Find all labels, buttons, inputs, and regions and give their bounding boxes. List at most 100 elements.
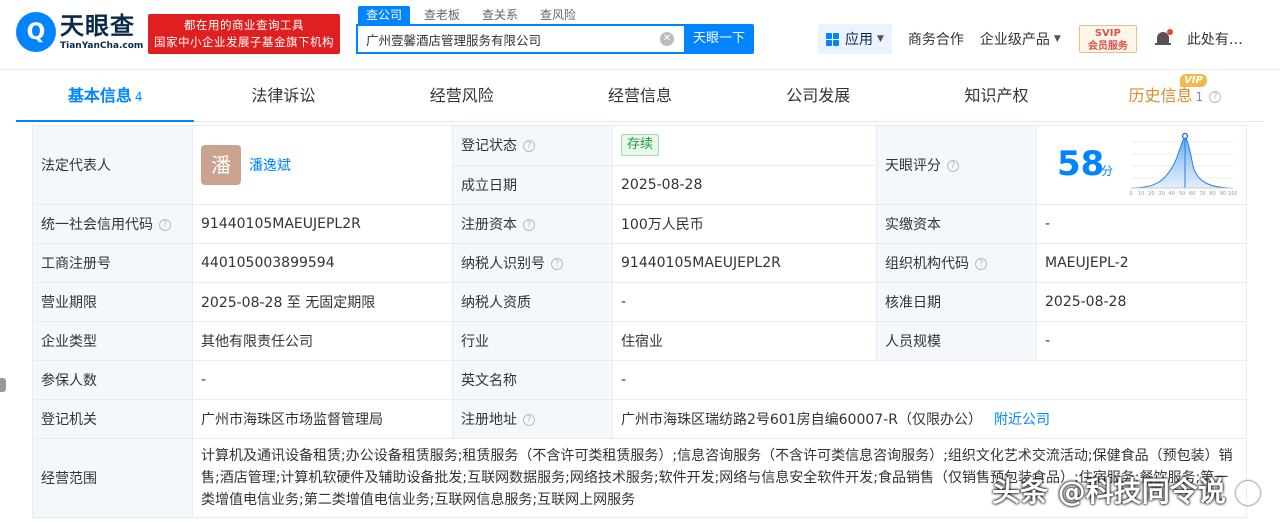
help-icon[interactable]: ?	[947, 160, 959, 172]
clear-icon[interactable]: ✕	[660, 32, 674, 46]
reg-capital-label: 注册资本	[461, 217, 517, 233]
help-icon[interactable]: ?	[523, 140, 535, 153]
help-icon[interactable]: ?	[523, 414, 535, 426]
user-menu[interactable]: 此处有…	[1187, 29, 1243, 49]
score-cell[interactable]: 58 分 0 10 20 30 40 50 60 70 80 90 100	[1036, 125, 1247, 205]
search-type-tabs: 查公司 查老板 查关系 查风险	[358, 6, 590, 24]
watermark-logo-icon	[1235, 481, 1260, 505]
org-code-value: MAEUJEPL-2	[1036, 243, 1247, 283]
caret-down-icon: ▼	[877, 34, 884, 44]
tab-label: 历史信息	[1128, 86, 1193, 105]
search-tab-risk[interactable]: 查风险	[532, 6, 584, 24]
apps-label: 应用	[845, 32, 873, 48]
tax-id-label: 纳税人识别号	[461, 256, 545, 272]
enterprise-products-menu[interactable]: 企业级产品 ▼	[980, 29, 1061, 49]
promo-line1: 都在用的商业查询工具	[184, 18, 304, 32]
term-label: 营业期限	[32, 282, 193, 322]
score-axis-tick: 70	[1199, 191, 1205, 197]
apps-menu-button[interactable]: 应用 ▼	[818, 24, 892, 54]
score-axis-tick: 20	[1148, 191, 1154, 197]
promo-banner[interactable]: 都在用的商业查询工具 国家中小企业发展子基金旗下机构	[148, 14, 340, 54]
help-icon[interactable]: ?	[551, 258, 563, 270]
svip-member-button[interactable]: SVIP 会员服务	[1078, 25, 1137, 53]
legal-rep-name-link[interactable]: 潘逸斌	[249, 158, 291, 174]
search-input[interactable]: 广州壹馨酒店管理服务有限公司 ✕	[356, 24, 684, 54]
help-icon[interactable]: ?	[159, 219, 171, 231]
score-distribution-chart: 0 10 20 30 40 50 60 70 80 90 100	[1129, 132, 1237, 197]
legal-rep-cell: 潘潘逸斌	[192, 125, 453, 205]
authority-label: 登记机关	[32, 399, 193, 439]
approve-date-label: 核准日期	[876, 282, 1037, 322]
industry-value: 住宿业	[612, 321, 877, 361]
tab-legal[interactable]: 法律诉讼	[194, 70, 372, 121]
biz-reg-no-value: 440105003899594	[192, 243, 453, 283]
help-icon[interactable]: ?	[1209, 90, 1222, 103]
found-date-value: 2025-08-28	[612, 164, 877, 205]
nearby-companies-link[interactable]: 附近公司	[994, 412, 1050, 428]
insured-label: 参保人数	[32, 360, 193, 400]
score-axis-tick: 30	[1158, 191, 1164, 197]
help-icon[interactable]: ?	[523, 219, 535, 231]
authority-value: 广州市海珠区市场监督管理局	[192, 399, 453, 439]
tab-history[interactable]: 历史信息 1?	[1086, 70, 1264, 121]
status-badge: 存续	[621, 134, 660, 157]
logo-name: 天眼查	[60, 12, 135, 40]
side-scroll-marker	[0, 378, 6, 392]
tab-operation-risk[interactable]: 经营风险	[373, 70, 551, 121]
org-code-label-cell: 组织机构代码?	[876, 243, 1037, 283]
search-input-value: 广州壹馨酒店管理服务有限公司	[366, 32, 542, 48]
avatar[interactable]: 潘	[201, 145, 241, 185]
tab-basic-info[interactable]: 基本信息 4	[16, 70, 195, 122]
search-tab-relation[interactable]: 查关系	[474, 6, 526, 24]
business-cooperation-link[interactable]: 商务合作	[908, 29, 964, 49]
logo-domain: TianYanCha.com	[60, 41, 144, 51]
score-axis-tick: 0	[1129, 191, 1132, 197]
legal-rep-label: 法定代表人	[32, 125, 193, 205]
tab-operation-info[interactable]: 经营信息	[551, 70, 729, 121]
search-tab-company[interactable]: 查公司	[358, 6, 411, 24]
top-header: Q 天眼查 TianYanCha.com 都在用的商业查询工具 国家中小企业发展…	[0, 0, 1280, 70]
tab-label: 基本信息	[67, 86, 132, 105]
score-axis-tick: 80	[1209, 191, 1215, 197]
credit-code-value: 91440105MAEUJEPL2R	[192, 204, 453, 244]
tab-label: 经营风险	[429, 86, 494, 105]
company-type-label: 企业类型	[32, 321, 193, 361]
found-date-label: 成立日期	[452, 164, 613, 205]
tab-count: 1	[1195, 90, 1204, 104]
company-section-tabs: 基本信息 4 法律诉讼 经营风险 经营信息 公司发展 知识产权 历史信息 1?	[16, 70, 1264, 122]
address-label-cell: 注册地址?	[452, 399, 613, 439]
search-button[interactable]: 天眼一下	[684, 24, 754, 54]
logo-eye-icon: Q	[16, 12, 56, 52]
watermark: 头条 @科技同令说	[992, 470, 1260, 510]
industry-label: 行业	[452, 321, 613, 361]
tax-id-label-cell: 纳税人识别号?	[452, 243, 613, 283]
svip-label: SVIP	[1094, 28, 1121, 39]
score-label: 天眼评分	[885, 158, 941, 174]
search-tab-boss[interactable]: 查老板	[416, 6, 468, 24]
score-unit: 分	[1101, 164, 1114, 178]
address-label: 注册地址	[461, 412, 517, 428]
watermark-text: 头条 @科技同令说	[992, 475, 1226, 508]
reg-status-label: 登记状态	[461, 138, 517, 155]
credit-code-label: 统一社会信用代码	[41, 217, 153, 233]
org-code-label: 组织机构代码	[885, 256, 969, 272]
tab-development[interactable]: 公司发展	[729, 70, 907, 121]
tab-label: 经营信息	[607, 86, 672, 105]
help-icon[interactable]: ?	[975, 258, 987, 270]
address-value: 广州市海珠区瑞纺路2号601房自编60007-R（仅限办公）	[621, 412, 982, 428]
caret-down-icon: ▼	[1053, 34, 1061, 44]
en-name-label: 英文名称	[452, 360, 613, 400]
score-axis-tick: 10	[1138, 191, 1144, 197]
tax-qual-value: -	[612, 282, 877, 322]
tab-ip[interactable]: 知识产权	[907, 70, 1085, 121]
reg-capital-value: 100万人民币	[612, 204, 877, 244]
term-value: 2025-08-28 至 无固定期限	[192, 282, 453, 322]
notification-bell-icon[interactable]	[1154, 29, 1173, 48]
promo-line2: 国家中小企业发展子基金旗下机构	[154, 35, 334, 49]
score-axis-tick: 60	[1189, 191, 1195, 197]
score-axis-tick: 40	[1169, 191, 1175, 197]
scope-label: 经营范围	[32, 438, 193, 518]
insured-value: -	[192, 360, 453, 400]
score-label-cell: 天眼评分?	[876, 125, 1037, 205]
tianyancha-logo[interactable]: Q 天眼查 TianYanCha.com	[16, 12, 143, 52]
